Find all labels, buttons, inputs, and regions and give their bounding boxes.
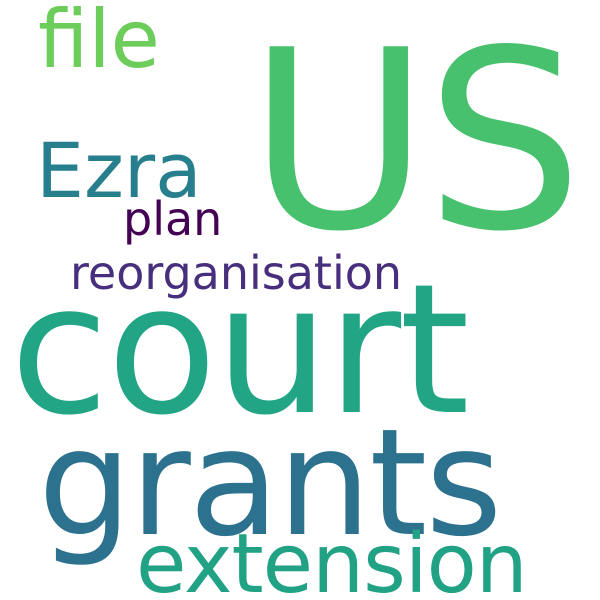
word-plan: plan (123, 192, 223, 246)
word-cloud: US court grants extension Ezra file plan… (0, 0, 600, 600)
word-file: file (38, 0, 160, 86)
word-extension: extension (136, 517, 528, 600)
word-reorganisation: reorganisation (70, 246, 403, 300)
word-us: US (248, 0, 583, 286)
